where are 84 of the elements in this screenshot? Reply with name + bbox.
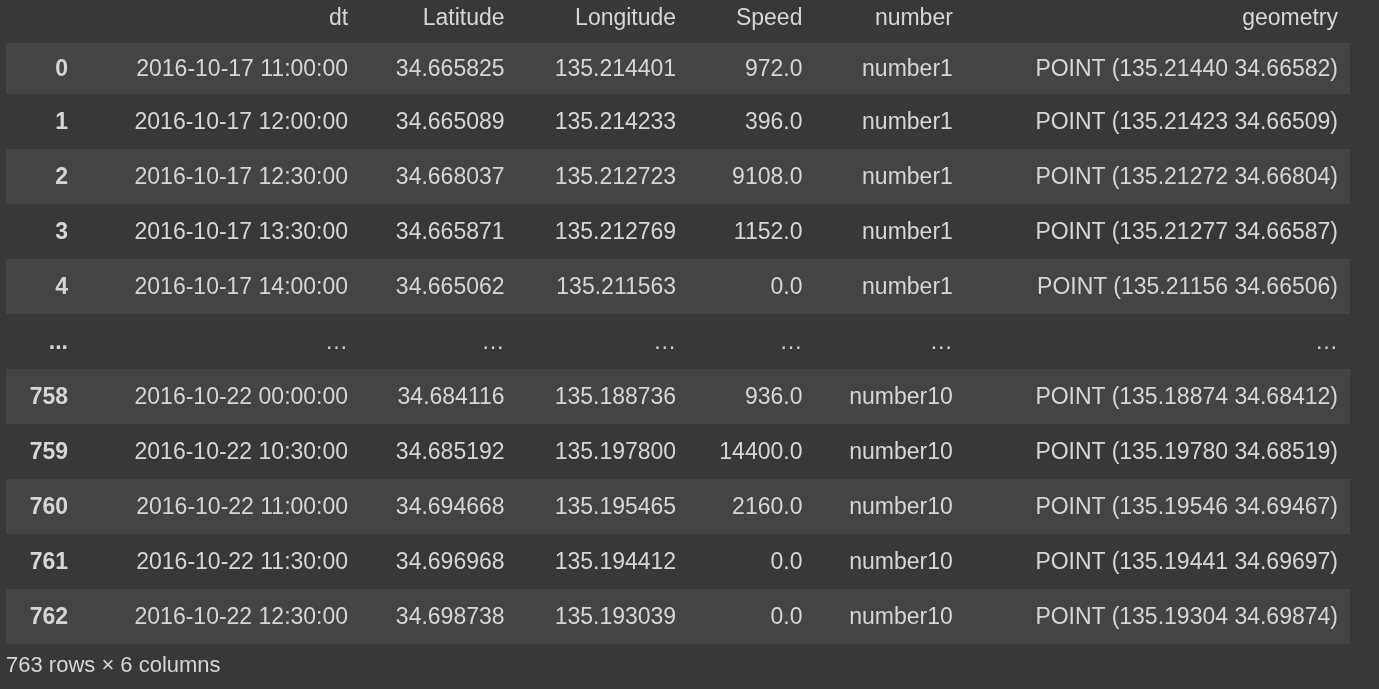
table-cell: 2016-10-22 11:00:00 (80, 479, 361, 534)
table-cell: 135.197800 (516, 424, 689, 479)
table-cell: 135.212723 (516, 149, 689, 204)
table-cell: … (80, 314, 361, 369)
table-cell: 14400.0 (688, 424, 815, 479)
row-index: 4 (6, 259, 80, 314)
column-header: number (873, 3, 954, 32)
table-cell: 2016-10-17 12:30:00 (80, 149, 361, 204)
table-cell: 34.684116 (360, 369, 517, 424)
table-cell: 0.0 (688, 534, 815, 589)
table-cell: number10 (814, 369, 965, 424)
table-cell: 0.0 (688, 589, 815, 644)
table-cell: 396.0 (688, 94, 815, 149)
table-cell: 0.0 (688, 259, 815, 314)
table-cell: 135.194412 (516, 534, 689, 589)
table-cell: 135.188736 (516, 369, 689, 424)
table-cell: POINT (135.19304 34.69874) (964, 589, 1350, 644)
row-index: ... (6, 314, 80, 369)
table-cell: number10 (814, 479, 965, 534)
table-cell: 34.694668 (360, 479, 517, 534)
table-cell: number1 (814, 39, 965, 94)
table-cell: POINT (135.21277 34.66587) (964, 204, 1350, 259)
table-cell: 2016-10-17 14:00:00 (80, 259, 361, 314)
table-cell: 9108.0 (688, 149, 815, 204)
table-cell: 2016-10-22 10:30:00 (80, 424, 361, 479)
table-cell: 135.193039 (516, 589, 689, 644)
row-index: 3 (6, 204, 80, 259)
table-cell: 135.195465 (516, 479, 689, 534)
table-cell: number1 (814, 204, 965, 259)
table-cell: number10 (814, 534, 965, 589)
table-cell: 2160.0 (688, 479, 815, 534)
table-cell: 2016-10-22 00:00:00 (80, 369, 361, 424)
column-header: geometry (1241, 3, 1339, 32)
column-header: Speed (734, 3, 804, 32)
table-cell: number1 (814, 259, 965, 314)
column-header: Latitude (421, 3, 506, 32)
table-cell: 34.685192 (360, 424, 517, 479)
table-cell: 135.211563 (516, 259, 689, 314)
table-cell: 2016-10-22 12:30:00 (80, 589, 361, 644)
table-cell: POINT (135.21440 34.66582) (964, 39, 1350, 94)
table-cell: POINT (135.19780 34.68519) (964, 424, 1350, 479)
table-cell: 34.668037 (360, 149, 517, 204)
table-cell: 2016-10-17 11:00:00 (80, 39, 361, 94)
table-cell: POINT (135.18874 34.68412) (964, 369, 1350, 424)
table-cell: 2016-10-17 13:30:00 (80, 204, 361, 259)
row-index: 759 (6, 424, 80, 479)
table-cell: number1 (814, 149, 965, 204)
table-cell: POINT (135.21156 34.66506) (964, 259, 1350, 314)
table-cell: … (688, 314, 815, 369)
table-cell: 34.665062 (360, 259, 517, 314)
table-cell: number10 (814, 424, 965, 479)
table-cell: … (814, 314, 965, 369)
table-cell: number10 (814, 589, 965, 644)
table-cell: … (516, 314, 689, 369)
table-cell: 34.665871 (360, 204, 517, 259)
table-cell: POINT (135.19546 34.69467) (964, 479, 1350, 534)
row-index: 1 (6, 94, 80, 149)
table-cell: 972.0 (688, 39, 815, 94)
column-header: Longitude (574, 3, 678, 32)
table-cell: 135.214233 (516, 94, 689, 149)
table-cell: POINT (135.21423 34.66509) (964, 94, 1350, 149)
table-cell: … (360, 314, 517, 369)
table-cell: number1 (814, 94, 965, 149)
table-cell: POINT (135.19441 34.69697) (964, 534, 1350, 589)
table-cell: 1152.0 (688, 204, 815, 259)
table-cell: POINT (135.21272 34.66804) (964, 149, 1350, 204)
row-index: 0 (6, 39, 80, 94)
table-cell: 34.696968 (360, 534, 517, 589)
table-cell: 2016-10-22 11:30:00 (80, 534, 361, 589)
row-index: 762 (6, 589, 80, 644)
row-index: 2 (6, 149, 80, 204)
table-cell: 2016-10-17 12:00:00 (80, 94, 361, 149)
table-cell: 135.212769 (516, 204, 689, 259)
table-cell: 135.214401 (516, 39, 689, 94)
table-cell: 936.0 (688, 369, 815, 424)
column-header: dt (327, 3, 350, 32)
table-cell: 34.665089 (360, 94, 517, 149)
table-cell: 34.665825 (360, 39, 517, 94)
row-index: 758 (6, 369, 80, 424)
table-cell: … (964, 314, 1350, 369)
row-index: 761 (6, 534, 80, 589)
table-summary: 763 rows × 6 columns (6, 652, 222, 678)
table-cell: 34.698738 (360, 589, 517, 644)
row-index: 760 (6, 479, 80, 534)
